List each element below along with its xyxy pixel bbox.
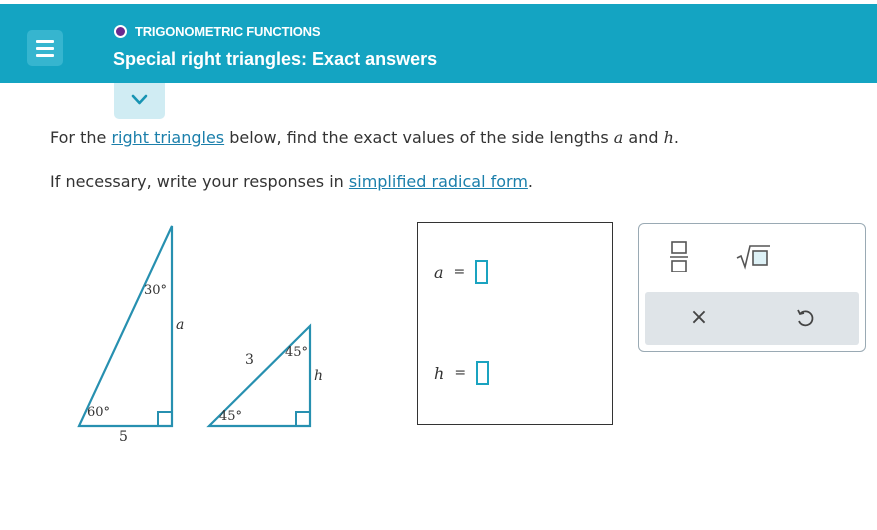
answer-row-h: h = bbox=[434, 361, 490, 385]
right-angle-mark-2 bbox=[295, 411, 310, 426]
hypotenuse-3-label: 3 bbox=[245, 352, 254, 368]
base-5-label: 5 bbox=[119, 429, 128, 445]
angle-45-top-label: 45° bbox=[285, 345, 309, 360]
answer-row-a: a = bbox=[434, 260, 489, 284]
answer-h-input[interactable] bbox=[476, 361, 490, 385]
answer-box: a = h = bbox=[417, 222, 613, 425]
undo-icon[interactable] bbox=[795, 308, 815, 328]
toolbar-actions: × bbox=[645, 292, 859, 345]
angle-30-label: 30° bbox=[144, 283, 168, 298]
side-h-label: h bbox=[314, 368, 324, 384]
answer-h-label: h bbox=[434, 363, 445, 383]
angle-45-bottom-label: 45° bbox=[219, 409, 243, 424]
fraction-icon[interactable] bbox=[669, 238, 689, 273]
answer-a-label: a bbox=[434, 262, 444, 282]
clear-icon[interactable]: × bbox=[689, 307, 709, 329]
equals-sign: = bbox=[454, 365, 467, 381]
answer-a-input[interactable] bbox=[475, 260, 489, 284]
math-toolbar: × bbox=[638, 223, 866, 352]
triangle-30-60-90 bbox=[77, 225, 174, 428]
side-a-label: a bbox=[176, 317, 185, 333]
equals-sign: = bbox=[453, 264, 466, 280]
sqrt-icon[interactable] bbox=[735, 242, 771, 270]
right-angle-mark-1 bbox=[157, 411, 172, 426]
angle-60-label: 60° bbox=[87, 405, 111, 420]
